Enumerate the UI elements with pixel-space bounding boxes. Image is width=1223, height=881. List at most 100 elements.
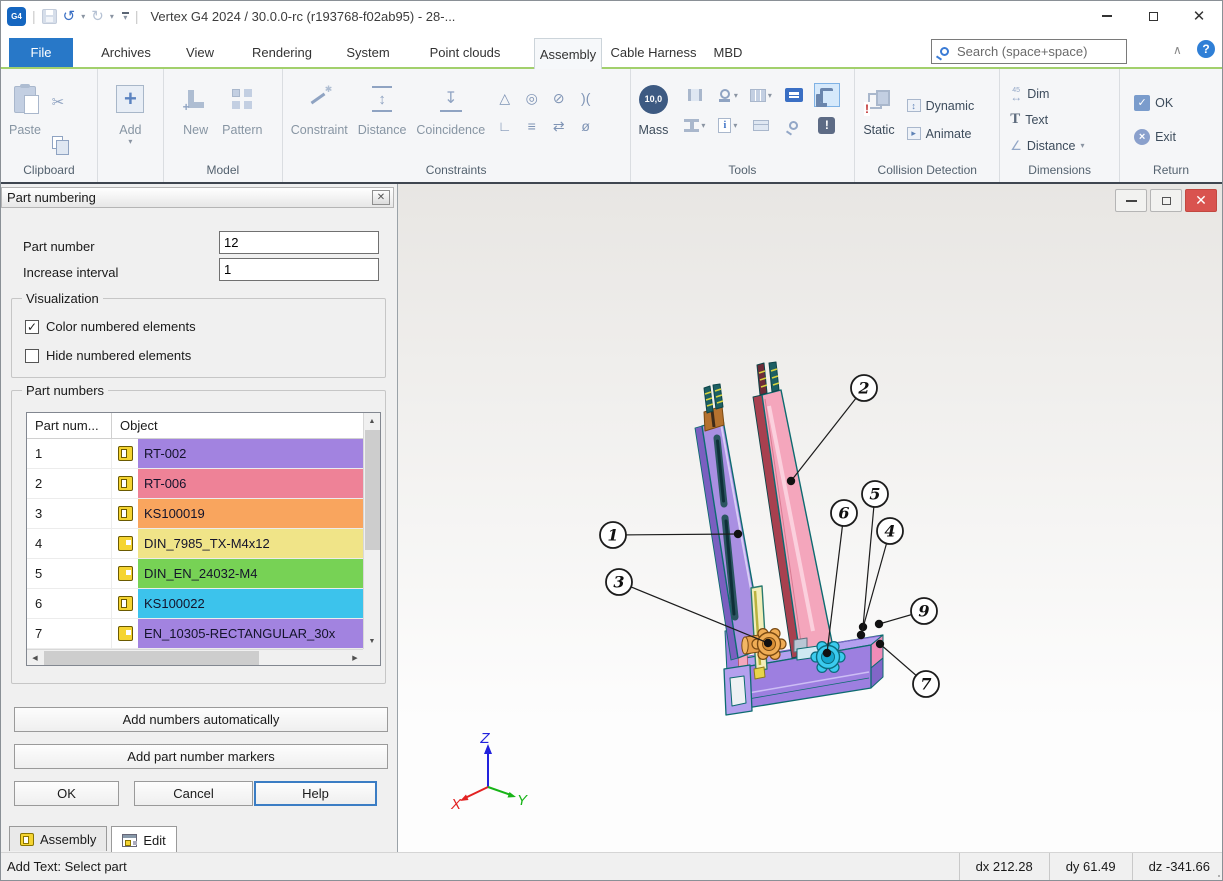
redo-dropdown-icon[interactable]: ▾: [110, 12, 114, 21]
scroll-down-icon[interactable]: ▼: [364, 633, 380, 649]
measure-tool-icon[interactable]: ▾: [718, 88, 738, 102]
table-row[interactable]: 3KS100019: [27, 499, 363, 529]
clash-tool-icon[interactable]: [688, 89, 702, 101]
new-button[interactable]: New: [179, 76, 212, 163]
dialog-cancel-button[interactable]: Cancel: [134, 781, 253, 806]
tab-mbd[interactable]: MBD: [704, 38, 752, 67]
ok-button[interactable]: ✓ OK: [1134, 91, 1218, 115]
part-table-body: 1RT-0022RT-0063KS1000194DIN_7985_TX-M4x1…: [27, 439, 380, 649]
constraint-button[interactable]: Constraint: [287, 76, 352, 163]
warning-tool-icon[interactable]: !: [818, 117, 835, 134]
exit-button[interactable]: × Exit: [1134, 125, 1218, 149]
tab-assembly[interactable]: Assembly: [534, 38, 602, 69]
horizontal-scroll-thumb[interactable]: [44, 651, 259, 665]
assembly-scene[interactable]: Z X Y 12365497: [398, 184, 1223, 854]
app-logo-icon[interactable]: G4: [7, 7, 26, 26]
tab-system[interactable]: System: [331, 38, 405, 67]
scroll-up-icon[interactable]: ▲: [364, 413, 380, 429]
coincidence-button[interactable]: ↧ Coincidence: [412, 76, 489, 163]
viewport-minimize-icon[interactable]: [1115, 189, 1147, 212]
cut-icon[interactable]: ✂: [45, 90, 71, 114]
tab-archives[interactable]: Archives: [85, 38, 167, 67]
search-input[interactable]: [957, 44, 1107, 59]
dim-button[interactable]: 45↔ Dim: [1010, 82, 1115, 106]
equal-constraint-icon[interactable]: ⇄: [553, 118, 565, 135]
column-header-object[interactable]: Object: [112, 413, 158, 438]
angle-constraint-icon[interactable]: △: [499, 90, 510, 107]
help-icon[interactable]: ?: [1197, 40, 1215, 58]
table-row[interactable]: 5DIN_EN_24032-M4: [27, 559, 363, 589]
add-part-number-markers-button[interactable]: Add part number markers: [14, 744, 388, 769]
info-tool-icon[interactable]: i▾: [718, 118, 737, 133]
minimize-button[interactable]: [1084, 1, 1130, 31]
tangent-constraint-icon[interactable]: ⊘: [553, 90, 565, 107]
undo-dropdown-icon[interactable]: ▾: [81, 12, 85, 21]
text-button[interactable]: T Text: [1010, 108, 1115, 132]
column-header-part-number[interactable]: Part num...: [27, 413, 112, 438]
hide-numbered-checkbox[interactable]: [25, 349, 39, 363]
hide-numbered-checkbox-row[interactable]: Hide numbered elements: [25, 348, 191, 363]
resize-grip[interactable]: [1212, 869, 1220, 877]
add-button[interactable]: + Add ▾: [112, 76, 148, 163]
part-numbers-table[interactable]: Part num... Object 1RT-0022RT-0063KS1000…: [26, 412, 381, 666]
copy-icon[interactable]: [45, 131, 71, 155]
animate-collision-button[interactable]: ▸ Animate: [907, 122, 975, 146]
part-number-input[interactable]: [219, 231, 379, 254]
model-viewport[interactable]: ✕: [398, 184, 1223, 854]
equals-tool-icon[interactable]: [785, 88, 803, 102]
pattern-button[interactable]: Pattern: [218, 76, 266, 163]
save-icon[interactable]: [42, 9, 57, 24]
search-box[interactable]: [931, 39, 1127, 64]
beam-tool-icon[interactable]: ▾: [684, 119, 705, 132]
tab-file[interactable]: File: [9, 38, 73, 67]
increase-interval-input[interactable]: [219, 258, 379, 281]
table-row[interactable]: 1RT-002: [27, 439, 363, 469]
dialog-title[interactable]: Part numbering ✕: [1, 187, 394, 208]
tab-view[interactable]: View: [171, 38, 229, 67]
table-tool-icon[interactable]: ▾: [750, 89, 772, 102]
table-row[interactable]: 6KS100022: [27, 589, 363, 619]
horizontal-scrollbar[interactable]: ◀ ▶: [27, 649, 363, 665]
dialog-help-button[interactable]: Help: [254, 781, 377, 806]
zoom-tool-icon[interactable]: [789, 121, 798, 130]
vertical-scroll-thumb[interactable]: [365, 430, 380, 550]
mass-button[interactable]: 10,0 Mass: [635, 76, 673, 163]
perpendicular-constraint-icon[interactable]: ∟: [498, 118, 512, 134]
viewport-close-icon[interactable]: ✕: [1185, 189, 1217, 212]
table-row[interactable]: 4DIN_7985_TX-M4x12: [27, 529, 363, 559]
scroll-left-icon[interactable]: ◀: [27, 650, 43, 665]
dynamic-collision-button[interactable]: ↕ Dynamic: [907, 94, 975, 118]
distance-dim-button[interactable]: ∠ Distance ▾: [1010, 134, 1115, 158]
tab-point-clouds[interactable]: Point clouds: [409, 38, 521, 67]
color-numbered-checkbox-row[interactable]: ✓ Color numbered elements: [25, 319, 196, 334]
undo-icon[interactable]: ↺: [63, 9, 76, 24]
symmetry-constraint-icon[interactable]: )(: [581, 90, 590, 106]
tab-cable-harness[interactable]: Cable Harness: [605, 38, 702, 67]
parallel-constraint-icon[interactable]: ≡: [528, 118, 536, 134]
bottom-tab-assembly[interactable]: Assembly: [9, 826, 107, 851]
table-row[interactable]: 2RT-006: [27, 469, 363, 499]
fix-constraint-icon[interactable]: ø: [581, 118, 590, 134]
bottom-tab-edit[interactable]: Edit: [111, 826, 176, 853]
customize-toolbar-icon[interactable]: ▾: [122, 12, 129, 20]
dialog-close-icon[interactable]: ✕: [372, 190, 390, 205]
concentric-constraint-icon[interactable]: ◎: [526, 90, 538, 107]
color-numbered-checkbox[interactable]: ✓: [25, 320, 39, 334]
paste-button[interactable]: Paste: [5, 76, 45, 163]
vertical-scrollbar[interactable]: ▲ ▼: [363, 413, 380, 649]
scroll-right-icon[interactable]: ▶: [347, 650, 363, 665]
pin-tool-icon-selected[interactable]: [814, 83, 840, 107]
leader-dot: [876, 640, 884, 648]
dialog-ok-button[interactable]: OK: [14, 781, 119, 806]
table-row[interactable]: 7EN_10305-RECTANGULAR_30x: [27, 619, 363, 649]
maximize-button[interactable]: [1130, 1, 1176, 31]
static-collision-button[interactable]: ! Static: [859, 76, 898, 163]
add-numbers-automatically-button[interactable]: Add numbers automatically: [14, 707, 388, 732]
viewport-restore-icon[interactable]: [1150, 189, 1182, 212]
close-button[interactable]: ✕: [1176, 1, 1222, 31]
drawer-tool-icon[interactable]: [753, 120, 769, 131]
redo-icon[interactable]: ↻: [91, 9, 104, 24]
distance-constraint-button[interactable]: ↕ Distance: [354, 76, 411, 163]
tab-rendering[interactable]: Rendering: [237, 38, 327, 67]
collapse-ribbon-icon[interactable]: ∧: [1173, 43, 1182, 57]
